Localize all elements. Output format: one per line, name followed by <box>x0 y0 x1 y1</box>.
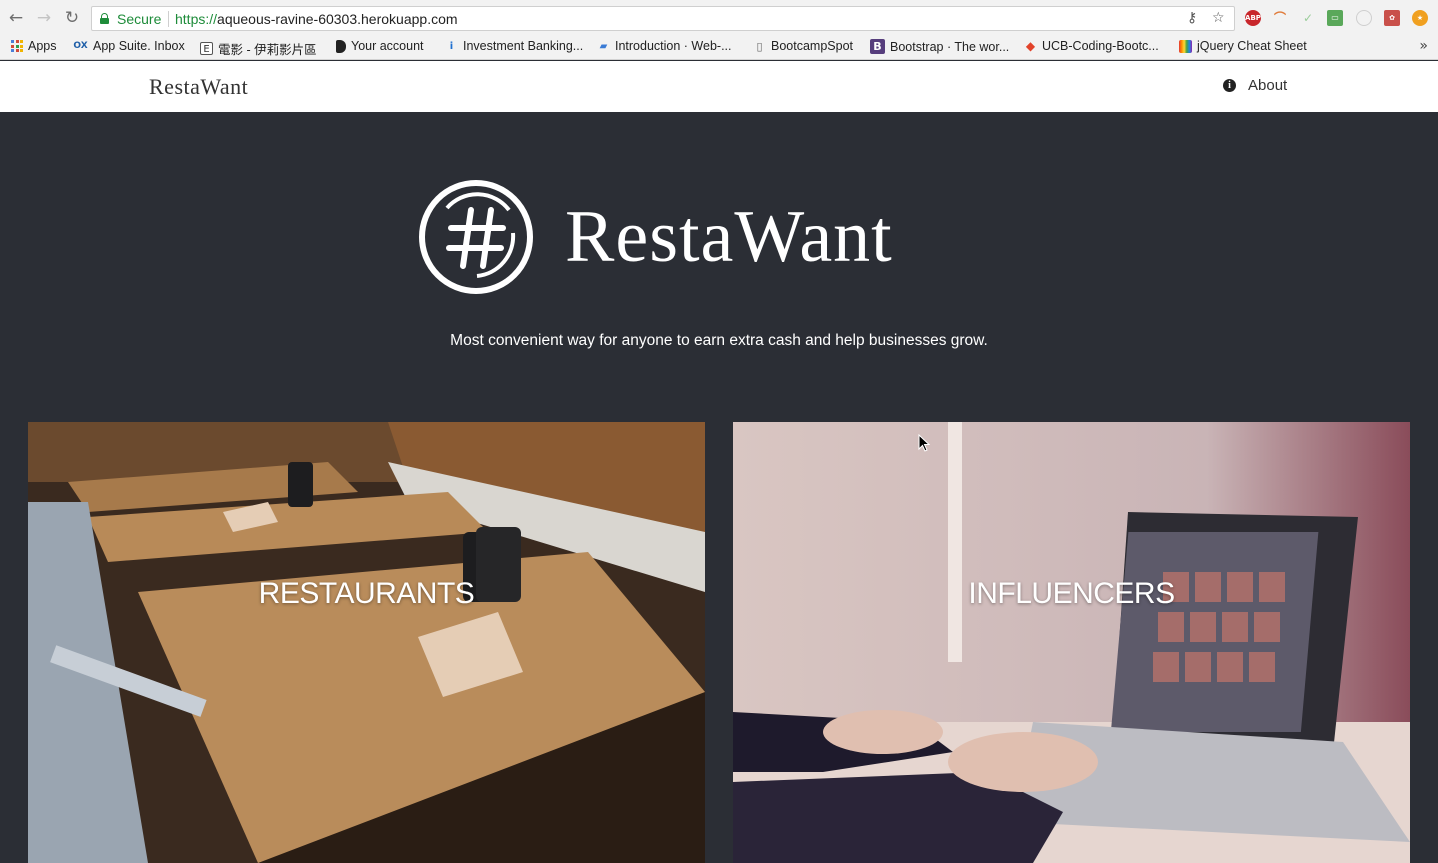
about-link[interactable]: i About <box>1223 77 1287 94</box>
url-scheme: https:// <box>175 11 218 27</box>
bookmark-jquery[interactable]: jQuery Cheat Sheet <box>1179 39 1307 53</box>
info-icon: i <box>1223 79 1236 92</box>
restaurants-label: RESTAURANTS <box>258 577 475 610</box>
reload-icon[interactable]: ↻ <box>62 8 82 28</box>
ox-icon: OX <box>73 40 88 51</box>
bootstrap-icon: B <box>870 39 885 54</box>
more-bookmarks-icon[interactable]: » <box>1419 38 1428 54</box>
site-navbar: RestaWant i About <box>0 61 1438 112</box>
hashtag-logo-icon <box>419 180 533 294</box>
about-label: About <box>1248 77 1288 94</box>
adblock-icon[interactable]: ABP <box>1245 10 1261 26</box>
screen-capture-icon[interactable]: ▭ <box>1327 10 1343 26</box>
apps-grid-icon <box>11 40 23 52</box>
bookmark-ucb-coding[interactable]: ◆ UCB-Coding-Bootc... <box>1024 39 1159 53</box>
image-extension-icon[interactable]: ✿ <box>1384 10 1400 26</box>
rainbow-extension-icon[interactable]: ⌒ <box>1272 10 1288 26</box>
forward-arrow-icon[interactable]: → <box>34 8 54 28</box>
bookmark-bootcampspot[interactable]: ▯ BootcampSpot <box>753 39 853 53</box>
secure-label: Secure <box>117 11 162 27</box>
bookmark-label: BootcampSpot <box>771 39 853 53</box>
book-icon: ▰ <box>599 40 608 52</box>
key-icon[interactable]: ⚷ <box>1187 10 1197 26</box>
bookmark-label: Bootstrap · The wor... <box>890 39 1010 54</box>
star-badge-icon[interactable]: ★ <box>1412 10 1428 26</box>
laptop-photo <box>733 422 1410 863</box>
bookmark-your-account[interactable]: Your account <box>336 39 424 53</box>
bookmark-star-icon[interactable]: ☆ <box>1212 10 1225 26</box>
bookmark-label: 電影 - 伊莉影片區 <box>218 43 317 57</box>
bookmark-bootstrap[interactable]: B Bootstrap · The wor... <box>870 39 1009 54</box>
influencers-label: INFLUENCERS <box>968 577 1175 610</box>
bookmark-label: Apps <box>28 39 57 53</box>
gitlab-icon: ◆ <box>1025 38 1036 53</box>
e-page-icon: E <box>200 42 213 55</box>
url-host: aqueous-ravine-60303.herokuapp.com <box>217 11 458 27</box>
bookmark-label: App Suite. Inbox <box>93 39 185 53</box>
url-separator <box>168 11 169 27</box>
bookmark-label: jQuery Cheat Sheet <box>1197 39 1307 53</box>
bookmark-label: Introduction · Web-... <box>615 39 732 53</box>
lock-icon <box>100 13 109 24</box>
url-text[interactable]: https://aqueous-ravine-60303.herokuapp.c… <box>175 11 458 27</box>
bookmarks-bar: Apps OX App Suite. Inbox E 電影 - 伊莉影片區 Yo… <box>0 36 1438 60</box>
hero-title: RestaWant <box>565 196 893 278</box>
bookmark-label: UCB-Coding-Bootc... <box>1042 39 1159 53</box>
circle-extension-icon[interactable] <box>1356 10 1372 26</box>
address-bar[interactable]: Secure https://aqueous-ravine-60303.hero… <box>91 6 1235 31</box>
rainbow-icon <box>1179 39 1192 53</box>
hero-tagline: Most convenient way for anyone to earn e… <box>450 332 988 349</box>
bookmark-introduction[interactable]: ▰ Introduction · Web-... <box>597 39 732 53</box>
restaurant-photo <box>28 422 705 863</box>
bookmark-investment-banking[interactable]: i Investment Banking... <box>445 39 583 53</box>
page-icon: ▯ <box>756 39 763 53</box>
bookmark-label: Investment Banking... <box>463 39 584 53</box>
influencers-card[interactable]: INFLUENCERS <box>733 422 1410 863</box>
restaurants-card[interactable]: RESTAURANTS <box>28 422 705 863</box>
back-arrow-icon[interactable]: ← <box>6 8 26 28</box>
mouse-cursor-icon <box>918 434 930 452</box>
bookmark-app-suite[interactable]: OX App Suite. Inbox <box>73 39 185 53</box>
bookmark-movies[interactable]: E 電影 - 伊莉影片區 <box>200 39 317 58</box>
bookmark-label: Your account <box>351 39 424 53</box>
browser-toolbar: ← → ↻ Secure https://aqueous-ravine-6030… <box>0 0 1438 36</box>
tag-icon <box>336 39 346 53</box>
hero-section: RestaWant Most convenient way for anyone… <box>0 112 1438 863</box>
bookmark-apps[interactable]: Apps <box>11 39 57 53</box>
navbar-brand[interactable]: RestaWant <box>149 74 248 100</box>
info-person-icon: i <box>449 40 454 52</box>
hero-logo: RestaWant <box>417 178 1037 296</box>
check-extension-icon[interactable]: ✓ <box>1300 10 1316 26</box>
